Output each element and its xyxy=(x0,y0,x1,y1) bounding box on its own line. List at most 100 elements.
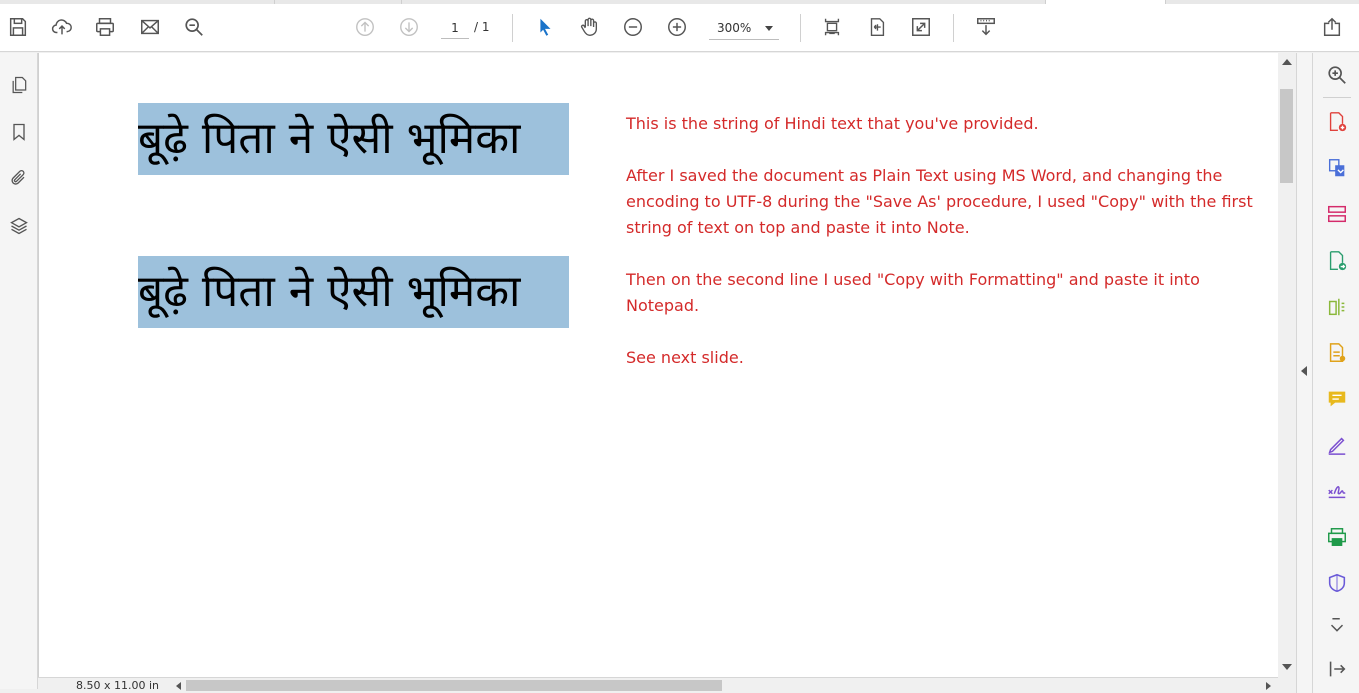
page-total-label: / 1 xyxy=(474,20,490,34)
fullscreen-icon xyxy=(912,18,930,36)
bookmark-icon xyxy=(13,123,25,141)
status-bar: 8.50 x 11.00 in xyxy=(38,677,1278,693)
mail-icon xyxy=(141,19,159,35)
rotate-icon xyxy=(870,18,885,36)
edit-pdf-icon xyxy=(1328,298,1345,316)
page-down-icon xyxy=(400,18,418,36)
fill-sign-icon xyxy=(1329,343,1346,362)
pen-icon xyxy=(1328,437,1346,455)
share-button[interactable] xyxy=(1317,12,1347,42)
print-production-icon xyxy=(1328,528,1346,546)
scroll-down-arrow[interactable] xyxy=(1282,664,1292,670)
scroll-up-arrow[interactable] xyxy=(1282,59,1292,65)
zoom-out-button[interactable] xyxy=(618,12,648,42)
collapse-panel-button[interactable] xyxy=(1323,655,1351,683)
toolbar-divider xyxy=(800,14,801,42)
read-mode-icon xyxy=(977,18,995,36)
zoom-out-icon xyxy=(624,18,642,36)
comment-icon xyxy=(1328,391,1346,407)
combine-files-icon xyxy=(1328,159,1345,177)
combine-files-button[interactable] xyxy=(1323,154,1351,182)
annotation-text: This is the string of Hindi text that yo… xyxy=(626,111,1256,397)
select-tool-button[interactable] xyxy=(530,12,560,42)
fill-sign-button[interactable] xyxy=(1323,339,1351,367)
edit-pdf-button[interactable] xyxy=(1323,293,1351,321)
toolbar-divider xyxy=(512,14,513,42)
fit-page-button[interactable] xyxy=(817,12,847,42)
page-number-input[interactable] xyxy=(441,17,469,39)
right-pane-toggle[interactable] xyxy=(1301,366,1307,376)
scroll-left-arrow[interactable] xyxy=(176,682,181,690)
rotate-view-button[interactable] xyxy=(862,12,892,42)
upload-button[interactable] xyxy=(47,12,77,42)
save-icon xyxy=(9,18,27,36)
layers-button[interactable] xyxy=(5,212,33,240)
right-pane-splitter xyxy=(1296,53,1312,693)
zoom-in-icon xyxy=(668,18,686,36)
print-button[interactable] xyxy=(90,12,120,42)
horizontal-scroll-thumb[interactable] xyxy=(186,680,722,691)
select-arrow-icon xyxy=(540,18,551,36)
organize-pages-icon xyxy=(1328,205,1346,223)
collapse-right-icon xyxy=(1329,661,1346,677)
search-tool-button[interactable] xyxy=(1323,61,1351,89)
hindi-text-line-1[interactable]: बूढ़े पिता ने ऐसी भूमिका xyxy=(138,103,569,175)
zoom-in-button[interactable] xyxy=(662,12,692,42)
export-pdf-icon xyxy=(1329,251,1347,271)
bookmarks-button[interactable] xyxy=(5,118,33,146)
page-up-icon xyxy=(356,18,374,36)
pdf-reader-window: / 1 300% xyxy=(0,0,1359,693)
email-button[interactable] xyxy=(135,12,165,42)
print-production-button[interactable] xyxy=(1323,523,1351,551)
zoom-search-icon xyxy=(185,18,203,36)
pages-icon xyxy=(12,76,27,94)
layers-icon xyxy=(10,217,28,235)
protect-button[interactable] xyxy=(1323,569,1351,597)
left-navigation-pane xyxy=(0,53,38,689)
comment-button[interactable] xyxy=(1323,385,1351,413)
more-tools-button[interactable] xyxy=(1323,613,1351,641)
vertical-scrollbar[interactable] xyxy=(1278,53,1296,677)
paperclip-icon xyxy=(11,170,25,185)
signature-icon xyxy=(1328,486,1346,499)
fit-page-icon xyxy=(824,18,840,36)
page-thumbnails-button[interactable] xyxy=(5,71,33,99)
chevron-down-icon xyxy=(765,26,773,31)
right-tools-panel xyxy=(1312,53,1359,693)
export-pdf-button[interactable] xyxy=(1323,247,1351,275)
vertical-scroll-thumb[interactable] xyxy=(1280,89,1293,183)
note-paragraph: See next slide. xyxy=(626,348,744,367)
note-paragraph: After I saved the document as Plain Text… xyxy=(626,166,1253,237)
hindi-text-line-2[interactable]: बूढ़े पिता ने ऐसी भूमिका xyxy=(138,256,569,328)
zoom-search-icon xyxy=(1328,66,1346,84)
read-mode-button[interactable] xyxy=(971,12,1001,42)
hand-icon xyxy=(580,17,598,36)
document-viewport[interactable]: बूढ़े पिता ने ऐसी भूमिका बूढ़े पिता ने ऐ… xyxy=(38,53,1279,677)
panel-divider xyxy=(1323,97,1351,98)
chevron-down-icon xyxy=(1330,618,1344,632)
hand-tool-button[interactable] xyxy=(574,12,604,42)
find-button[interactable] xyxy=(179,12,209,42)
shield-icon xyxy=(1328,573,1346,593)
full-screen-button[interactable] xyxy=(906,12,936,42)
previous-page-button[interactable] xyxy=(350,12,380,42)
attachments-button[interactable] xyxy=(5,164,33,192)
toolbar-divider xyxy=(953,14,954,42)
main-toolbar: / 1 300% xyxy=(0,4,1359,52)
note-paragraph: Then on the second line I used "Copy wit… xyxy=(626,270,1200,315)
save-button[interactable] xyxy=(3,12,33,42)
draw-tool-button[interactable] xyxy=(1323,431,1351,459)
create-pdf-icon xyxy=(1329,112,1347,132)
zoom-level-dropdown[interactable]: 300% xyxy=(709,16,779,40)
zoom-level-value: 300% xyxy=(717,20,752,35)
next-page-button[interactable] xyxy=(394,12,424,42)
sign-button[interactable] xyxy=(1323,477,1351,505)
share-icon xyxy=(1323,17,1341,36)
scroll-right-arrow[interactable] xyxy=(1266,682,1271,690)
organize-pages-button[interactable] xyxy=(1323,200,1351,228)
pdf-page: बूढ़े पिता ने ऐसी भूमिका बूढ़े पिता ने ऐ… xyxy=(57,53,1279,677)
upload-icon xyxy=(51,19,72,35)
create-pdf-button[interactable] xyxy=(1323,108,1351,136)
page-size-label: 8.50 x 11.00 in xyxy=(76,679,160,692)
print-icon xyxy=(96,18,114,36)
